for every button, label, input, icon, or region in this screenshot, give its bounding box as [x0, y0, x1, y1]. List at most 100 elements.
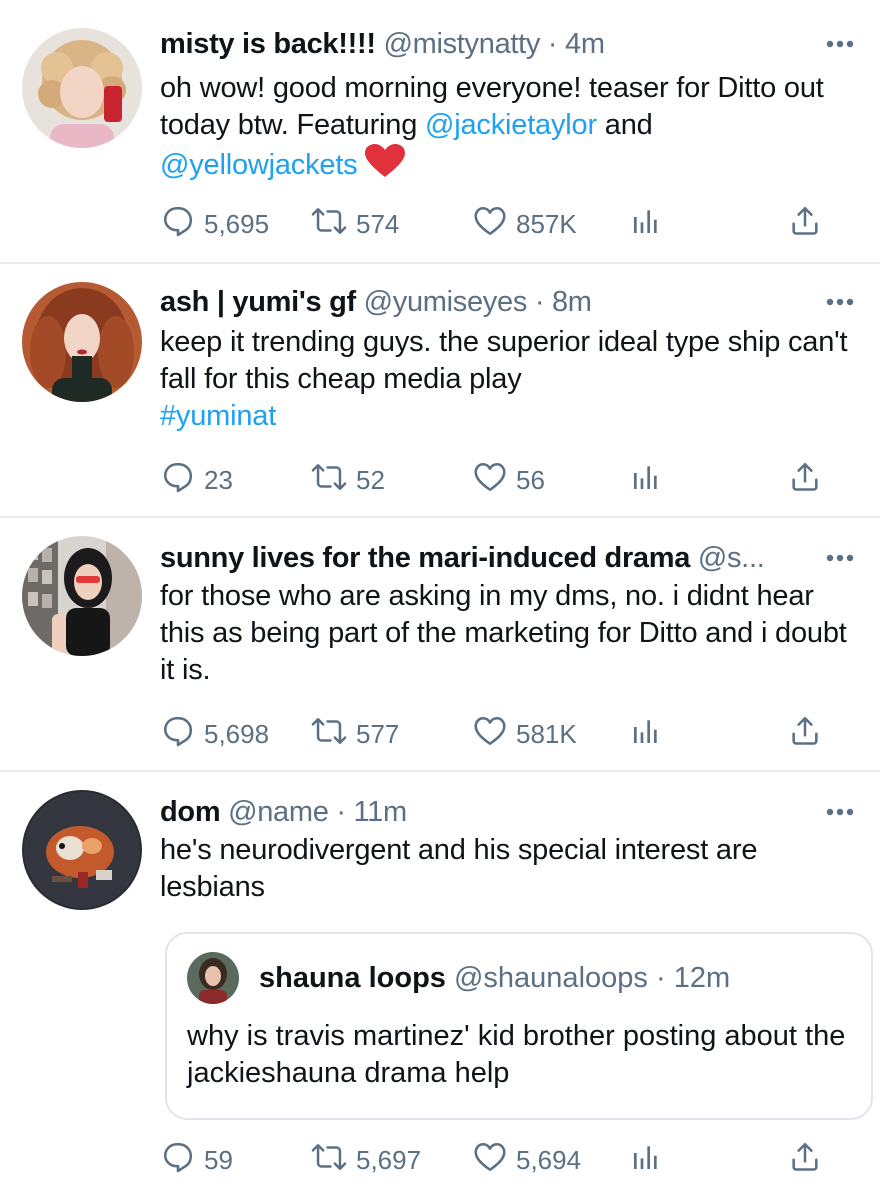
heart-icon — [472, 203, 508, 246]
share-icon — [788, 203, 822, 246]
tweet-header: dom @name · 11m — [160, 790, 820, 834]
analytics-button[interactable] — [630, 458, 662, 502]
mention-link[interactable]: @yellowjackets — [160, 149, 358, 181]
quoted-timestamp[interactable]: 12m — [674, 962, 730, 994]
analytics-icon — [630, 205, 662, 244]
like-count: 581K — [516, 718, 577, 749]
heart-icon — [472, 713, 508, 756]
analytics-button[interactable] — [630, 202, 662, 246]
display-name[interactable]: dom — [160, 796, 221, 828]
user-handle[interactable]: @yumiseyes — [364, 286, 528, 318]
tweet-3[interactable]: sunny lives for the mari-induced drama @… — [0, 536, 880, 770]
more-icon[interactable] — [822, 26, 858, 62]
analytics-icon — [630, 461, 662, 500]
tweet-2[interactable]: ash | yumi's gf @yumiseyes · 8m keep it … — [0, 280, 880, 516]
display-name[interactable]: ash | yumi's gf — [160, 286, 356, 318]
reply-button[interactable]: 59 — [160, 1138, 233, 1182]
tweet-text: oh wow! good morning everyone! teaser fo… — [160, 70, 850, 188]
tweet-text: for those who are asking in my dms, no. … — [160, 578, 850, 689]
tweet-text-part: for those who are asking in my dms, no. … — [160, 580, 847, 686]
share-button[interactable] — [788, 202, 822, 246]
retweet-icon — [310, 203, 348, 246]
quoted-avatar[interactable] — [187, 952, 239, 1004]
tweet-actions: 5,698 577 581K — [160, 712, 840, 756]
tweet-text: keep it trending guys. the superior idea… — [160, 324, 850, 435]
more-icon[interactable] — [822, 794, 858, 830]
like-button[interactable]: 5,694 — [472, 1138, 581, 1182]
like-count: 56 — [516, 464, 545, 495]
avatar[interactable] — [22, 282, 142, 402]
hashtag-link[interactable]: #yuminat — [160, 400, 276, 432]
share-button[interactable] — [788, 712, 822, 756]
share-icon — [788, 1139, 822, 1182]
quoted-tweet[interactable]: shauna loops @shaunaloops · 12m why is t… — [165, 932, 873, 1120]
like-button[interactable]: 581K — [472, 712, 577, 756]
retweet-count: 574 — [356, 208, 400, 239]
mention-link[interactable]: @jackietaylor — [425, 109, 597, 141]
user-handle[interactable]: @mistynatty — [383, 28, 540, 60]
reply-count: 23 — [204, 464, 233, 495]
retweet-icon — [310, 459, 348, 502]
divider — [0, 516, 880, 518]
retweet-button[interactable]: 574 — [310, 202, 399, 246]
divider — [0, 262, 880, 264]
display-name[interactable]: sunny lives for the mari-induced drama — [160, 542, 690, 574]
tweet-actions: 23 52 56 — [160, 458, 840, 502]
reply-icon — [160, 459, 196, 502]
analytics-button[interactable] — [630, 712, 662, 756]
quoted-user-handle[interactable]: @shaunaloops — [454, 962, 648, 994]
tweet-text-part: keep it trending guys. the superior idea… — [160, 326, 848, 395]
reply-button[interactable]: 5,695 — [160, 202, 269, 246]
retweet-count: 52 — [356, 464, 385, 495]
user-handle[interactable]: @s... — [698, 542, 765, 574]
like-button[interactable]: 857K — [472, 202, 577, 246]
timestamp[interactable]: 11m — [353, 796, 407, 828]
quoted-header: shauna loops @shaunaloops · 12m — [259, 958, 730, 998]
avatar[interactable] — [22, 790, 142, 910]
more-icon[interactable] — [822, 540, 858, 576]
reply-icon — [160, 203, 196, 246]
quoted-display-name[interactable]: shauna loops — [259, 962, 446, 994]
share-button[interactable] — [788, 458, 822, 502]
avatar[interactable] — [22, 28, 142, 148]
like-count: 857K — [516, 208, 577, 239]
avatar[interactable] — [22, 536, 142, 656]
tweet-header: ash | yumi's gf @yumiseyes · 8m — [160, 280, 820, 324]
retweet-button[interactable]: 5,697 — [310, 1138, 421, 1182]
analytics-icon — [630, 1141, 662, 1180]
tweet-4[interactable]: dom @name · 11m he's neurodivergent and … — [0, 790, 880, 1190]
quoted-tweet-text: why is travis martinez' kid brother post… — [187, 1020, 846, 1089]
timestamp[interactable]: 8m — [552, 286, 592, 318]
user-handle[interactable]: @name — [228, 796, 329, 828]
reply-button[interactable]: 23 — [160, 458, 233, 502]
display-name[interactable]: misty is back!!!! — [160, 28, 376, 60]
share-button[interactable] — [788, 1138, 822, 1182]
separator-dot: · — [655, 962, 666, 994]
separator-dot: · — [547, 28, 558, 60]
tweet-actions: 59 5,697 5,694 — [160, 1138, 840, 1182]
heart-icon — [472, 459, 508, 502]
divider — [0, 770, 880, 772]
share-icon — [788, 459, 822, 502]
tweet-1[interactable]: misty is back!!!! @mistynatty · 4m oh wo… — [0, 22, 880, 262]
retweet-button[interactable]: 52 — [310, 458, 385, 502]
reply-icon — [160, 1139, 196, 1182]
share-icon — [788, 713, 822, 756]
heart-emoji — [365, 144, 406, 188]
like-button[interactable]: 56 — [472, 458, 545, 502]
reply-count: 59 — [204, 1144, 233, 1175]
reply-count: 5,698 — [204, 718, 270, 749]
retweet-button[interactable]: 577 — [310, 712, 399, 756]
analytics-icon — [630, 715, 662, 754]
reply-button[interactable]: 5,698 — [160, 712, 269, 756]
reply-icon — [160, 713, 196, 756]
retweet-icon — [310, 1139, 348, 1182]
retweet-count: 5,697 — [356, 1144, 422, 1175]
reply-count: 5,695 — [204, 208, 270, 239]
more-icon[interactable] — [822, 284, 858, 320]
like-count: 5,694 — [516, 1144, 582, 1175]
analytics-button[interactable] — [630, 1138, 662, 1182]
tweet-header: sunny lives for the mari-induced drama @… — [160, 536, 820, 580]
tweet-header: misty is back!!!! @mistynatty · 4m — [160, 22, 820, 66]
timestamp[interactable]: 4m — [565, 28, 605, 60]
